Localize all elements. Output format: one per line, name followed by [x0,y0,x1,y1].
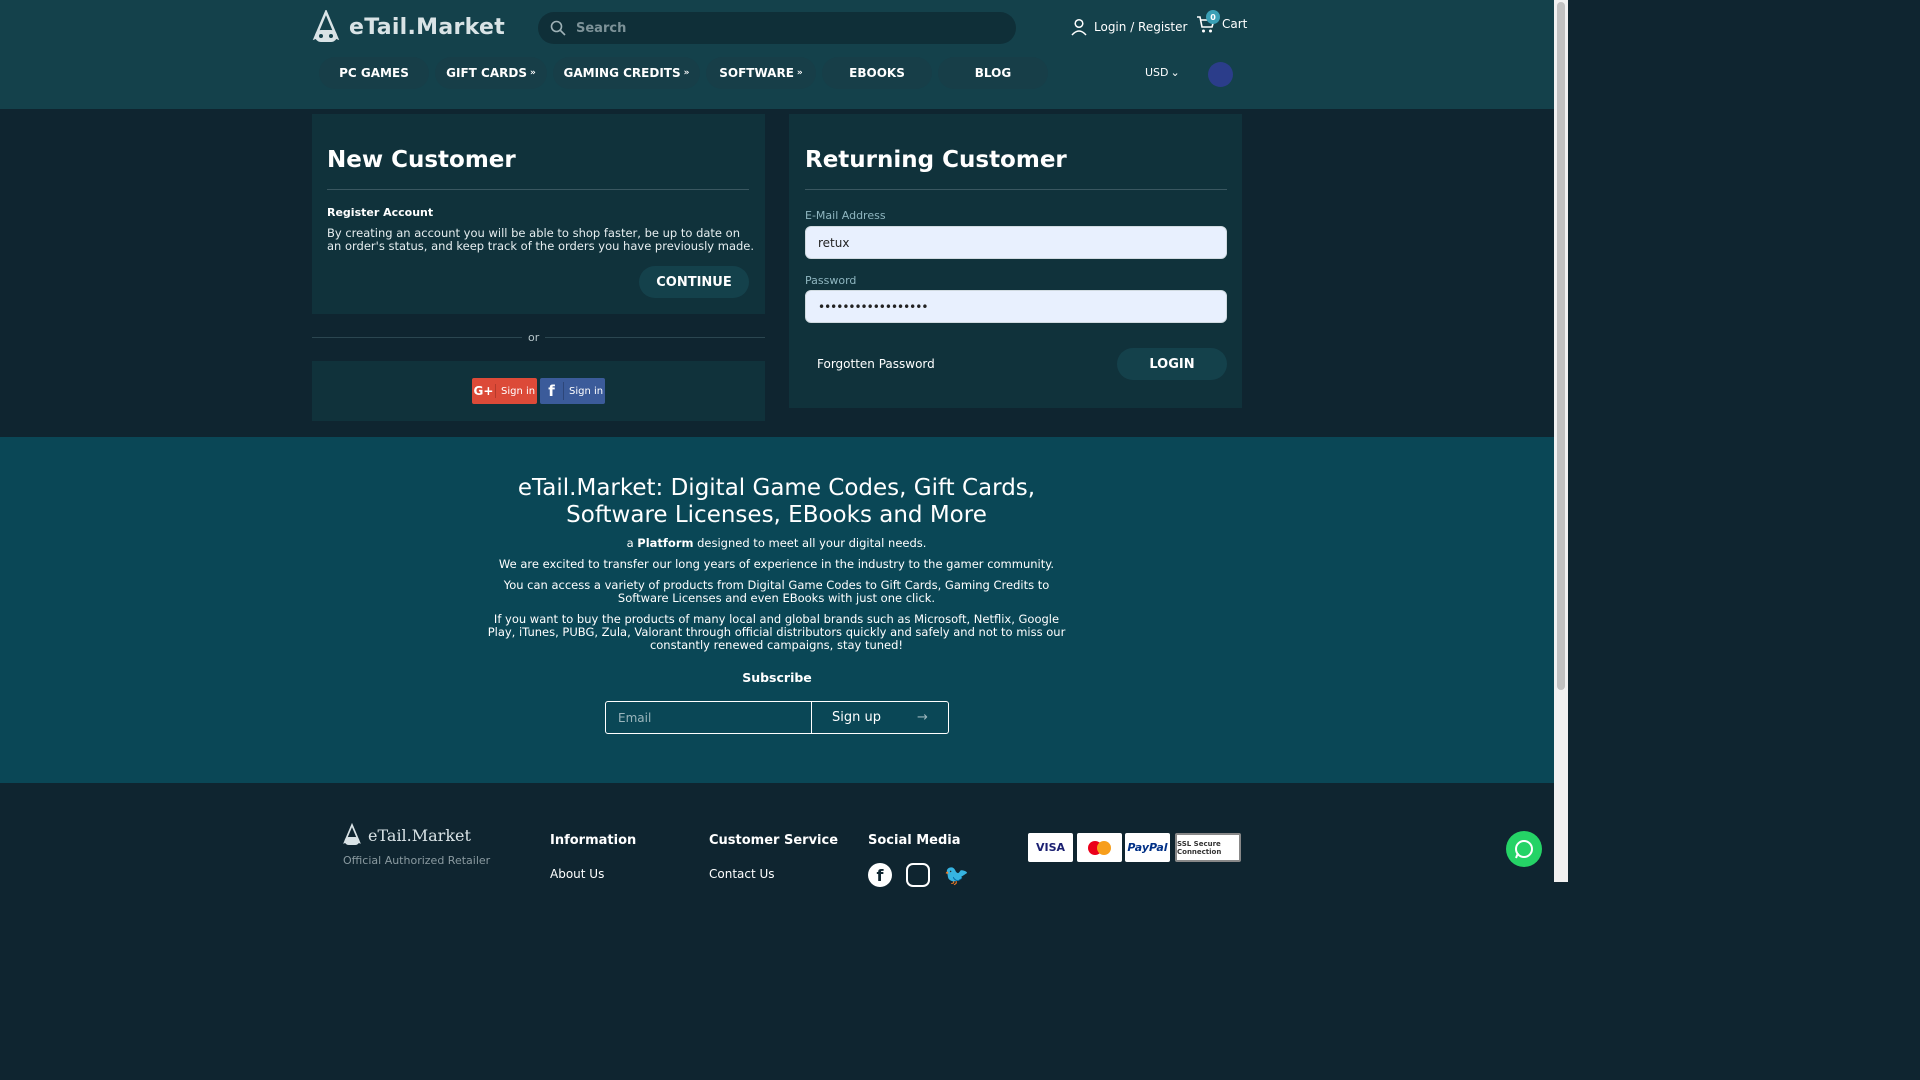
divider [327,189,749,190]
about-text: a [626,536,638,550]
language-globe-icon[interactable] [1208,62,1233,87]
subscribe-email-input[interactable]: Email [606,702,812,733]
logo[interactable]: eTail.Market [311,10,505,44]
facebook-icon: f [540,382,564,400]
google-signin-label: Sign in [501,385,536,397]
footer-social-title: Social Media [868,833,961,848]
instagram-icon[interactable] [906,863,930,887]
footer-information-title: Information [550,833,637,848]
email-field[interactable]: retux [805,226,1227,259]
currency-selector[interactable]: USD ⌄ [1145,66,1180,79]
footer-logo-text: eTail.Market [368,825,471,845]
nav-blog[interactable]: BLOG [938,57,1048,89]
cart-link[interactable]: 0 Cart [1196,10,1248,34]
ssl-secure-icon: SSL Secure Connection [1175,833,1241,862]
logo-text: eTail.Market [349,14,506,40]
login-register-label: Login / Register [1094,20,1188,34]
signup-label: Sign up [832,710,882,725]
about-line-platform: a Platform designed to meet all your dig… [480,537,1073,550]
scrollbar[interactable] [1554,0,1568,882]
nav-pc-games[interactable]: PC GAMES [319,57,429,89]
footer-about-link[interactable]: About Us [550,867,604,881]
divider [805,189,1227,190]
scrollbar-thumb[interactable] [1557,2,1565,690]
user-icon [1071,18,1087,36]
nav-label: GAMING CREDITS [563,66,681,80]
google-signin-button[interactable]: G+ Sign in [472,378,537,404]
login-register-link[interactable]: Login / Register [1070,18,1187,36]
nav-gaming-credits[interactable]: GAMING CREDITS» [553,57,700,89]
search-icon [550,20,566,36]
twitter-icon[interactable]: 🐦 [944,863,969,887]
search-input[interactable] [574,19,994,37]
visa-icon: VISA [1028,833,1073,862]
logo-icon [343,823,361,845]
social-icons: f 🐦 [868,863,969,887]
search-bar[interactable] [538,12,1016,44]
nav-gift-cards[interactable]: GIFT CARDS» [435,57,547,89]
site-footer: eTail.Market Official Authorized Retaile… [0,783,1554,887]
facebook-signin-label: Sign in [569,385,604,397]
about-title: eTail.Market: Digital Game Codes, Gift C… [517,475,1036,528]
register-description: By creating an account you will be able … [327,226,755,253]
site-header: eTail.Market Login / Register 0 Cart PC … [0,0,1554,109]
about-text: designed to meet all your digital needs. [693,536,927,550]
nav-label: EBOOKS [849,66,905,80]
password-label: Password [805,274,857,287]
currency-label: USD [1145,66,1169,79]
nav-label: PC GAMES [339,66,409,80]
cart-count-badge: 0 [1206,10,1220,24]
paypal-icon: PayPal [1125,833,1170,862]
chevron-down-icon: ⌄ [1170,66,1180,79]
cart-label: Cart [1222,17,1248,31]
footer-customer-service-title: Customer Service [709,833,839,848]
google-plus-icon: G+ [472,384,496,398]
nav-ebooks[interactable]: EBOOKS [822,57,932,89]
nav-label: GIFT CARDS [446,66,527,80]
returning-customer-title: Returning Customer [805,147,1067,173]
mastercard-icon [1077,833,1122,862]
or-label: or [522,331,546,344]
email-label: E-Mail Address [805,209,886,222]
facebook-icon[interactable]: f [868,863,892,887]
about-line-products: You can access a variety of products fro… [503,578,1050,605]
facebook-signin-button[interactable]: f Sign in [540,378,605,404]
nav-software[interactable]: SOFTWARE» [706,57,816,89]
about-text-bold: Platform [637,536,694,550]
forgotten-password-link[interactable]: Forgotten Password [817,357,935,371]
double-chevron-down-icon: » [683,68,690,78]
about-section: eTail.Market: Digital Game Codes, Gift C… [0,437,1554,783]
login-button[interactable]: LOGIN [1117,348,1227,380]
register-account-heading: Register Account [327,206,434,219]
new-customer-panel: New Customer Register Account By creatin… [312,114,765,314]
social-login-panel: G+ Sign in f Sign in [312,361,765,421]
nav-label: BLOG [974,66,1012,80]
returning-customer-panel: Returning Customer E-Mail Address retux … [789,114,1242,408]
continue-button[interactable]: CONTINUE [639,266,749,298]
about-line-experience: We are excited to transfer our long year… [498,557,1055,571]
nav-label: SOFTWARE [719,66,794,80]
footer-tagline: Official Authorized Retailer [343,854,491,867]
double-chevron-down-icon: » [796,68,803,78]
main-nav: PC GAMES GIFT CARDS» GAMING CREDITS» SOF… [319,57,1048,89]
new-customer-title: New Customer [327,147,516,173]
subscribe-title: Subscribe [742,670,812,685]
arrow-right-icon: → [917,710,928,725]
subscribe-form: Email Sign up → [605,701,949,734]
logo-icon [312,10,340,42]
footer-logo[interactable]: eTail.Market [342,823,471,847]
double-chevron-down-icon: » [529,68,536,78]
password-field[interactable]: •••••••••••••••••• [805,290,1227,323]
whatsapp-icon[interactable] [1506,831,1542,867]
signup-button[interactable]: Sign up → [812,702,948,733]
footer-contact-link[interactable]: Contact Us [709,867,775,881]
about-line-brands: If you want to buy the products of many … [487,612,1066,652]
